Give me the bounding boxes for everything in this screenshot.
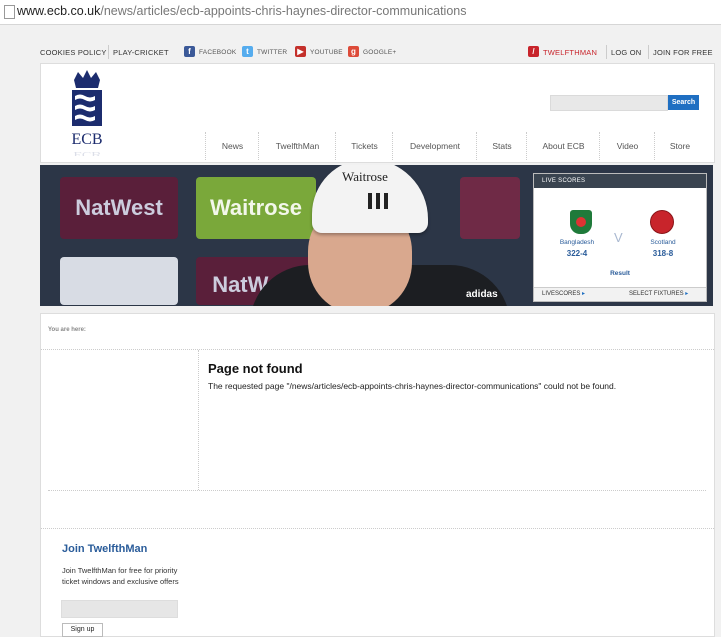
bangladesh-crest-icon (570, 210, 592, 234)
arrow-right-icon: ▸ (582, 291, 586, 297)
sponsor-board: Waitrose (196, 177, 316, 239)
page-title: Page not found (208, 361, 303, 376)
join-panel-title: Join TwelfthMan (62, 543, 148, 555)
search-input[interactable] (550, 95, 668, 111)
divider (108, 45, 109, 59)
twelfthman-icon[interactable]: / (528, 46, 539, 57)
breadcrumb: You are here: (48, 327, 86, 333)
arrow-right-icon: ▸ (685, 291, 689, 297)
log-on-link[interactable]: LOG ON (611, 48, 641, 57)
player-cap: Waitrose (312, 165, 428, 233)
column-divider (198, 350, 199, 490)
team2-score: 318-8 (652, 249, 674, 258)
kit-logo: adidas (466, 289, 498, 300)
match-result-link[interactable]: Result (534, 270, 706, 277)
ecb-crest-icon: ECB ECB (71, 70, 103, 159)
join-panel-text: Join TwelfthMan for free for priority ti… (62, 566, 179, 586)
nav-stats[interactable]: Stats (476, 132, 527, 160)
youtube-link[interactable]: YOUTUBE (310, 49, 343, 56)
svg-text:ECB: ECB (73, 150, 101, 156)
live-scores-widget: LIVE SCORES V Bangladesh 322-4 Scotland … (533, 173, 707, 302)
search-button[interactable]: Search (668, 95, 699, 110)
team1-score: 322-4 (566, 249, 588, 258)
nav-development[interactable]: Development (392, 132, 477, 160)
address-bar[interactable]: www.ecb.co.uk/news/articles/ecb-appoints… (0, 0, 721, 25)
join-for-free-link[interactable]: JOIN FOR FREE (653, 48, 713, 57)
nav-twelfthman[interactable]: TwelfthMan (258, 132, 336, 160)
twitter-link[interactable]: TWITTER (257, 49, 287, 56)
sponsor-board: NatWest (60, 177, 178, 239)
cookies-policy-link[interactable]: COOKIES POLICY (40, 48, 107, 57)
youtube-icon[interactable]: ▶ (295, 46, 306, 57)
ecb-logo[interactable]: ECB ECB (64, 70, 110, 159)
error-message: The requested page "/news/articles/ecb-a… (208, 381, 617, 391)
main-content: You are here: (40, 313, 715, 637)
cap-logo: Waitrose (342, 169, 388, 184)
google-plus-icon[interactable]: g (348, 46, 359, 57)
divider (648, 45, 649, 59)
live-scores-title: LIVE SCORES (534, 174, 706, 188)
facebook-icon[interactable]: f (184, 46, 195, 57)
nav-video[interactable]: Video (599, 132, 655, 160)
scotland-ball-icon (650, 210, 674, 234)
play-cricket-link[interactable]: PLAY-CRICKET (113, 48, 169, 57)
nav-news[interactable]: News (205, 132, 259, 160)
google-plus-link[interactable]: GOOGLE+ (363, 49, 396, 56)
page-icon (4, 5, 15, 19)
sponsor-board (460, 177, 520, 239)
twitter-icon[interactable]: t (242, 46, 253, 57)
team1-name: Bangladesh (559, 239, 595, 246)
select-fixtures-link[interactable]: SELECT FIXTURES ▸ (629, 288, 688, 301)
nav-about-ecb[interactable]: About ECB (526, 132, 600, 160)
twelfthman-link[interactable]: TWELFTHMAN (543, 48, 597, 57)
logo-text: ECB (71, 131, 102, 148)
nav-tickets[interactable]: Tickets (335, 132, 393, 160)
team2-name: Scotland (650, 239, 676, 246)
join-email-input[interactable] (61, 600, 178, 618)
url-text[interactable]: www.ecb.co.uk/news/articles/ecb-appoints… (17, 4, 467, 18)
live-scores-footer: LIVESCORES ▸ SELECT FIXTURES ▸ (534, 287, 706, 301)
divider (606, 45, 607, 59)
facebook-link[interactable]: FACEBOOK (199, 49, 236, 56)
nav-store[interactable]: Store (654, 132, 705, 160)
livescores-link[interactable]: LIVESCORES ▸ (542, 288, 585, 301)
sponsor-board-logo (60, 257, 178, 305)
